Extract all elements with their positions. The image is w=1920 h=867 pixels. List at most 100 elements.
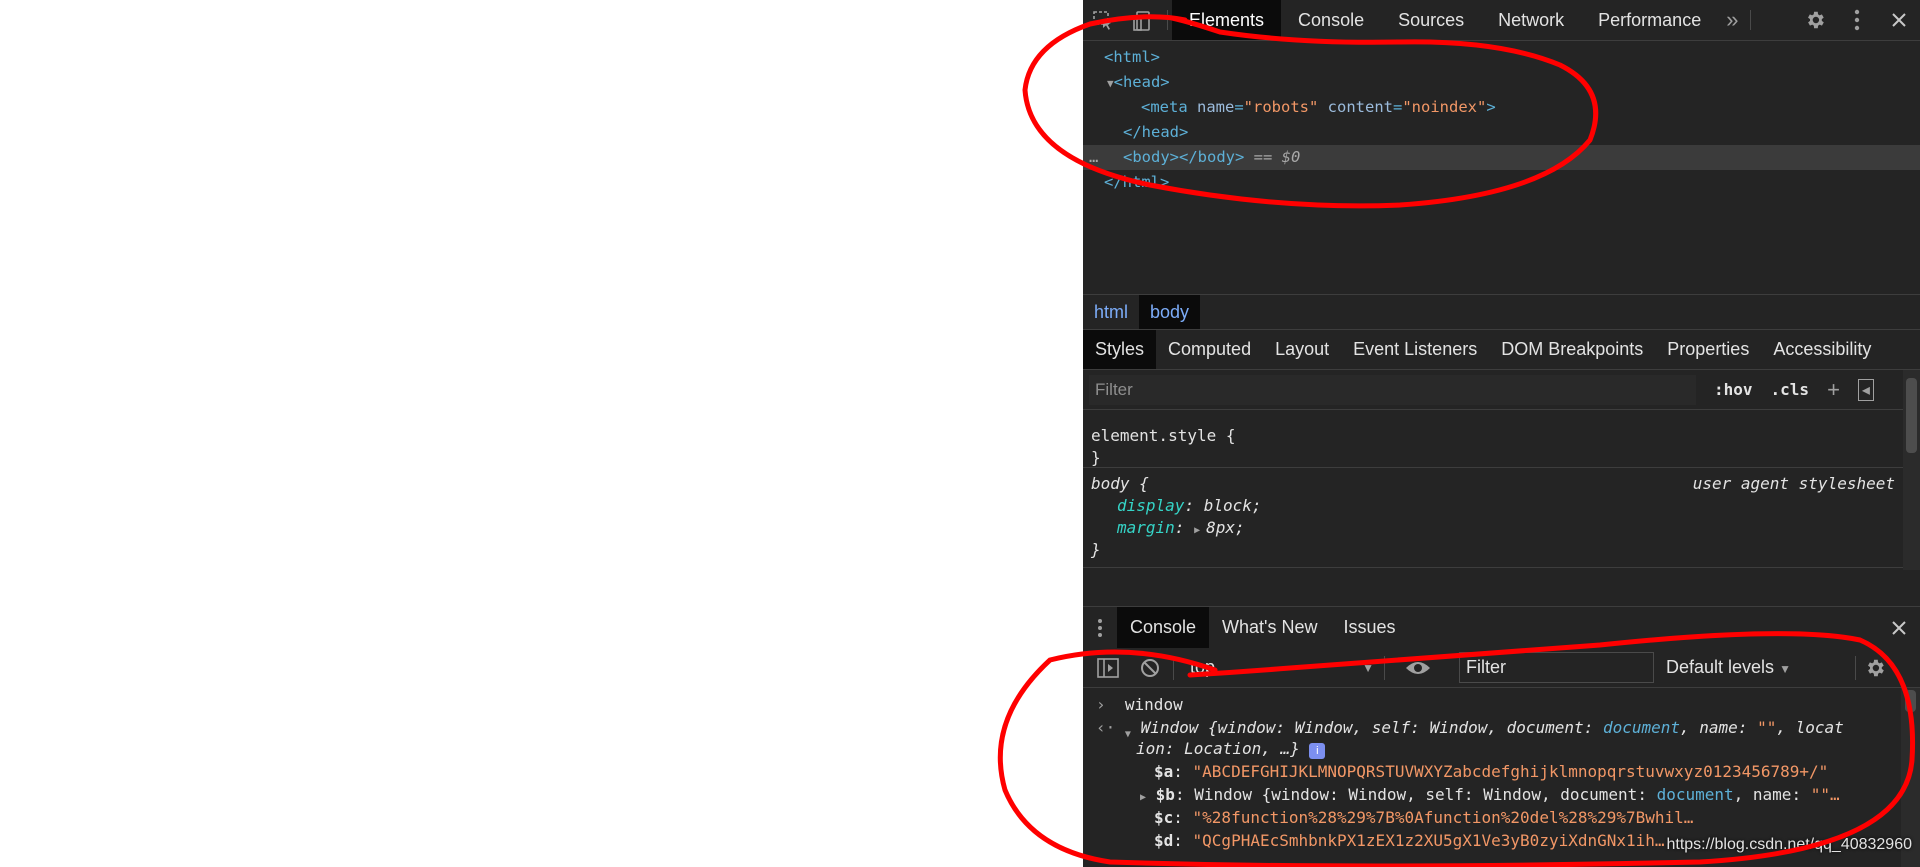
toolbar-divider (1384, 655, 1385, 680)
equals-sign: = (1234, 98, 1244, 116)
html-close-tag: </html> (1104, 173, 1170, 191)
scrollbar-thumb[interactable] (1905, 690, 1916, 712)
body-tag: <body></body> (1123, 148, 1245, 166)
meta-name-value: "robots" (1243, 98, 1319, 116)
property-key: $a (1154, 762, 1174, 781)
result-document-link[interactable]: document (1603, 718, 1680, 737)
toolbar-divider (1173, 655, 1174, 680)
node-ellipsis-icon[interactable]: … (1089, 145, 1098, 170)
tab-properties[interactable]: Properties (1655, 330, 1761, 369)
expand-triangle-icon[interactable]: ▼ (1107, 77, 1114, 90)
head-open-tag: <head> (1113, 73, 1170, 91)
device-toggle-icon[interactable] (1123, 0, 1163, 41)
log-levels-dropdown[interactable]: Default levels ▼ (1666, 657, 1791, 678)
tab-dom-breakpoints[interactable]: DOM Breakpoints (1489, 330, 1655, 369)
tab-event-listeners[interactable]: Event Listeners (1341, 330, 1489, 369)
property-key: $d (1154, 831, 1174, 850)
class-toggle-button[interactable]: .cls (1771, 380, 1810, 399)
dom-node-body-selected[interactable]: … <body></body> == $0 (1083, 145, 1920, 170)
tab-computed[interactable]: Computed (1156, 330, 1263, 369)
display-declaration[interactable]: display: block; (1117, 495, 1262, 517)
drawer-menu-icon[interactable] (1083, 607, 1117, 648)
property-key: $c (1154, 808, 1174, 827)
hover-state-button[interactable]: :hov (1714, 380, 1753, 399)
expand-triangle-icon[interactable]: ▼ (1125, 729, 1131, 740)
console-sidebar-icon[interactable] (1087, 657, 1129, 678)
result-name-value: "" (1757, 718, 1777, 737)
expand-triangle-icon[interactable]: ▶ (1140, 792, 1146, 803)
more-tabs-button[interactable]: » (1718, 0, 1746, 40)
head-close-tag: </head> (1123, 123, 1189, 141)
live-expression-eye-icon[interactable] (1397, 660, 1439, 676)
result-arrow-icon: ‹· (1096, 718, 1116, 737)
tab-accessibility[interactable]: Accessibility (1761, 330, 1883, 369)
tab-console[interactable]: Console (1281, 0, 1381, 40)
rule-source[interactable]: user agent stylesheet (1693, 473, 1895, 495)
styles-filter-input[interactable] (1089, 374, 1696, 405)
gear-icon[interactable] (1794, 0, 1836, 41)
property-document-link[interactable]: document (1657, 785, 1734, 804)
html-open-tag: <html> (1104, 48, 1160, 66)
prompt-chevron-icon: › (1096, 695, 1106, 714)
console-filter-input[interactable] (1459, 652, 1654, 683)
margin-declaration[interactable]: margin: ▶ 8px; (1117, 517, 1245, 539)
console-settings-gear-icon[interactable] (1860, 657, 1890, 679)
property-value-mid: , name: (1733, 785, 1811, 804)
property-a[interactable]: $a: "ABCDEFGHIJKLMNOPQRSTUVWXYZabcdefghi… (1154, 761, 1828, 783)
dom-node-head-close[interactable]: </head> (1123, 120, 1188, 145)
tab-sources[interactable]: Sources (1381, 0, 1481, 40)
rule-close-brace: } (1091, 540, 1101, 559)
body-ua-rule[interactable]: body { user agent stylesheet display: bl… (1083, 468, 1903, 568)
meta-content-attr: content (1327, 98, 1393, 116)
property-value-tail: ""… (1810, 785, 1840, 804)
styles-scrollbar[interactable] (1903, 370, 1920, 570)
drawer-tab-issues[interactable]: Issues (1331, 607, 1409, 648)
devtools-panel: Elements Console Sources Network Perform… (1083, 0, 1920, 867)
tab-elements[interactable]: Elements (1172, 0, 1282, 40)
body-selector: body { (1091, 474, 1149, 493)
expand-triangle-icon[interactable]: ▶ (1194, 525, 1206, 536)
console-input-line[interactable]: › window (1096, 694, 1183, 716)
element-style-rule[interactable]: element.style { } (1083, 410, 1903, 468)
css-value: 8px; (1206, 518, 1245, 537)
breadcrumb-body[interactable]: body (1139, 295, 1201, 329)
kebab-menu-icon[interactable] (1836, 0, 1878, 41)
add-rule-icon[interactable]: + (1827, 377, 1840, 403)
drawer-tab-console[interactable]: Console (1117, 607, 1210, 648)
dom-node-html-close[interactable]: </html> (1104, 170, 1169, 195)
context-selector[interactable]: top ▼ (1182, 654, 1382, 682)
console-toolbar: top ▼ Default levels ▼ (1083, 648, 1920, 688)
tab-styles[interactable]: Styles (1083, 330, 1157, 369)
selected-node-marker: == $0 (1253, 148, 1301, 166)
sidebar-toggle-icon[interactable]: ◂ (1857, 378, 1874, 401)
clear-console-icon[interactable] (1129, 658, 1171, 678)
close-icon[interactable] (1878, 0, 1920, 41)
tab-performance[interactable]: Performance (1581, 0, 1718, 40)
property-c[interactable]: $c: "%28function%28%29%7B%0Afunction%20d… (1154, 807, 1693, 829)
console-result-line[interactable]: ‹· ▼ Window {window: Window, self: Windo… (1096, 717, 1844, 740)
drawer-tab-bar: Console What's New Issues (1083, 606, 1920, 648)
meta-tag-close: > (1486, 98, 1496, 116)
css-property: margin (1117, 518, 1175, 537)
log-levels-label: Default levels (1666, 657, 1775, 677)
info-badge-icon[interactable]: i (1309, 743, 1326, 759)
tab-network[interactable]: Network (1481, 0, 1581, 40)
dom-node-html[interactable]: <html> (1104, 45, 1160, 70)
inspect-element-icon[interactable] (1083, 0, 1123, 41)
console-input-text: window (1124, 695, 1183, 714)
tab-layout[interactable]: Layout (1263, 330, 1341, 369)
breadcrumb-html[interactable]: html (1083, 295, 1139, 329)
meta-tag-open: <meta (1141, 98, 1197, 116)
property-d[interactable]: $d: "QCgPHAEcSmhbnkPX1zEX1z2XU5gX1Ve3yB0… (1154, 830, 1665, 852)
dom-node-head[interactable]: ▼<head> (1107, 70, 1170, 95)
drawer-tab-whats-new[interactable]: What's New (1209, 607, 1330, 648)
property-value: "%28function%28%29%7B%0Afunction%20del%2… (1192, 808, 1694, 827)
chevron-down-icon: ▼ (1362, 660, 1374, 675)
dom-node-meta[interactable]: <meta name="robots" content="noindex"> (1141, 95, 1496, 120)
property-b[interactable]: ▶ $b: Window {window: Window, self: Wind… (1140, 784, 1840, 806)
property-value: "QCgPHAEcSmhbnkPX1zEX1z2XU5gX1Ve3yB0zyiX… (1192, 831, 1665, 850)
chevron-down-icon: ▼ (1779, 662, 1791, 676)
result-object-tail: , locat (1776, 718, 1844, 737)
close-drawer-icon[interactable] (1878, 607, 1920, 648)
scrollbar-thumb[interactable] (1906, 378, 1917, 453)
